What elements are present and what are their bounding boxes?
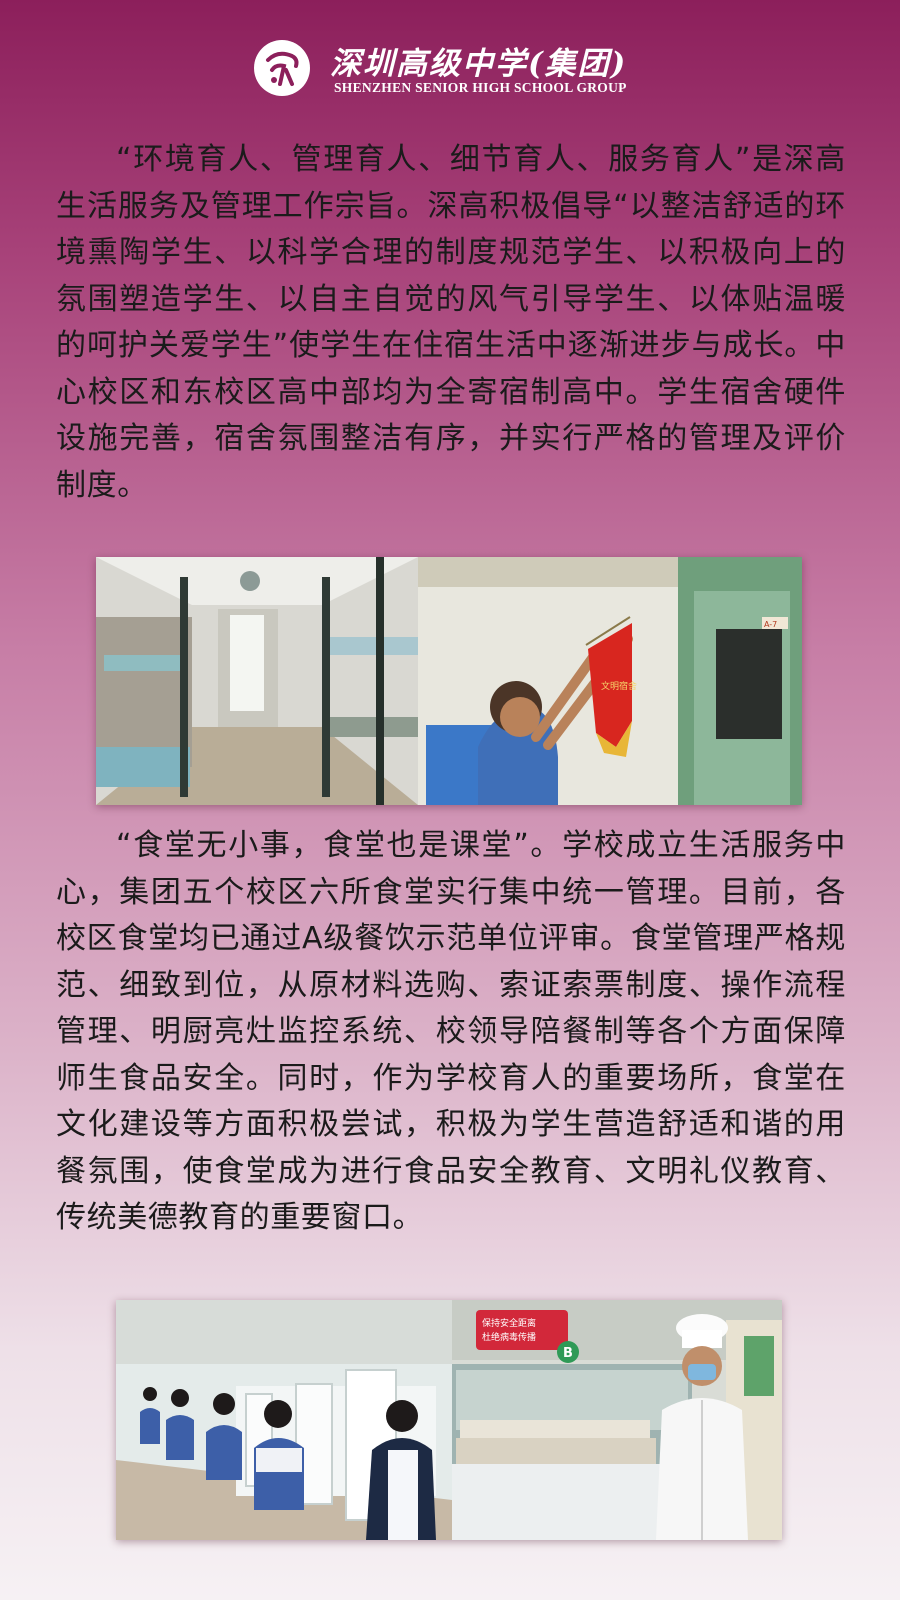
school-emblem-icon bbox=[254, 40, 310, 96]
school-name-chinese: 深圳高级中学(集团) bbox=[330, 46, 628, 82]
banner-text: 文明宿舍 bbox=[601, 680, 637, 692]
room-plate: A-7 bbox=[764, 620, 777, 629]
student-hanging-banner-photo: 文明宿舍 A-7 bbox=[418, 557, 802, 805]
dormitory-paragraph: “环境育人、管理育人、细节育人、服务育人”是深高生活服务及管理工作宗旨。深高积极… bbox=[56, 142, 846, 503]
chef-serving-window-photo: 保持安全距离 杜绝病毒传播 B bbox=[452, 1300, 782, 1540]
page-header: 深圳高级中学(集团) SHENZHEN SENIOR HIGH SCHOOL G… bbox=[0, 28, 900, 108]
sign-text-2: 杜绝病毒传播 bbox=[482, 1331, 536, 1343]
school-name-english: SHENZHEN SENIOR HIGH SCHOOL GROUP bbox=[334, 80, 627, 95]
students-dining-photo bbox=[116, 1300, 452, 1540]
canteen-paragraph: “食堂无小事，食堂也是课堂”。学校成立生活服务中心，集团五个校区六所食堂实行集中… bbox=[56, 828, 846, 1235]
window-label: B bbox=[563, 1346, 573, 1361]
canteen-photo-strip: 保持安全距离 杜绝病毒传播 B bbox=[116, 1300, 782, 1540]
sign-text-1: 保持安全距离 bbox=[482, 1317, 536, 1329]
dormitory-photo bbox=[96, 557, 418, 805]
dormitory-photo-strip: 文明宿舍 A-7 bbox=[96, 557, 802, 805]
